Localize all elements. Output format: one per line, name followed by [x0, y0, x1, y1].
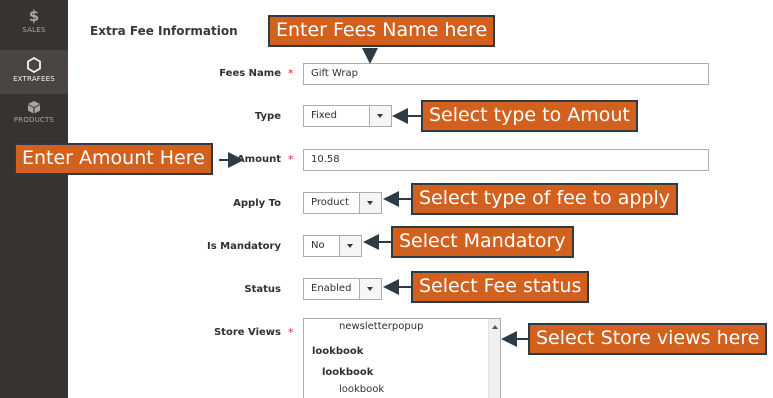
callout-status: Select Fee status: [411, 271, 590, 303]
callout-store-views: Select Store views here: [528, 323, 768, 355]
callout-amount: Enter Amount Here: [14, 143, 213, 175]
callout-fees-name: Enter Fees Name here: [268, 15, 496, 47]
callout-apply-to: Select type of fee to apply: [411, 183, 678, 215]
callout-mandatory: Select Mandatory: [391, 226, 574, 258]
callout-type: Select type to Amout: [421, 100, 638, 132]
